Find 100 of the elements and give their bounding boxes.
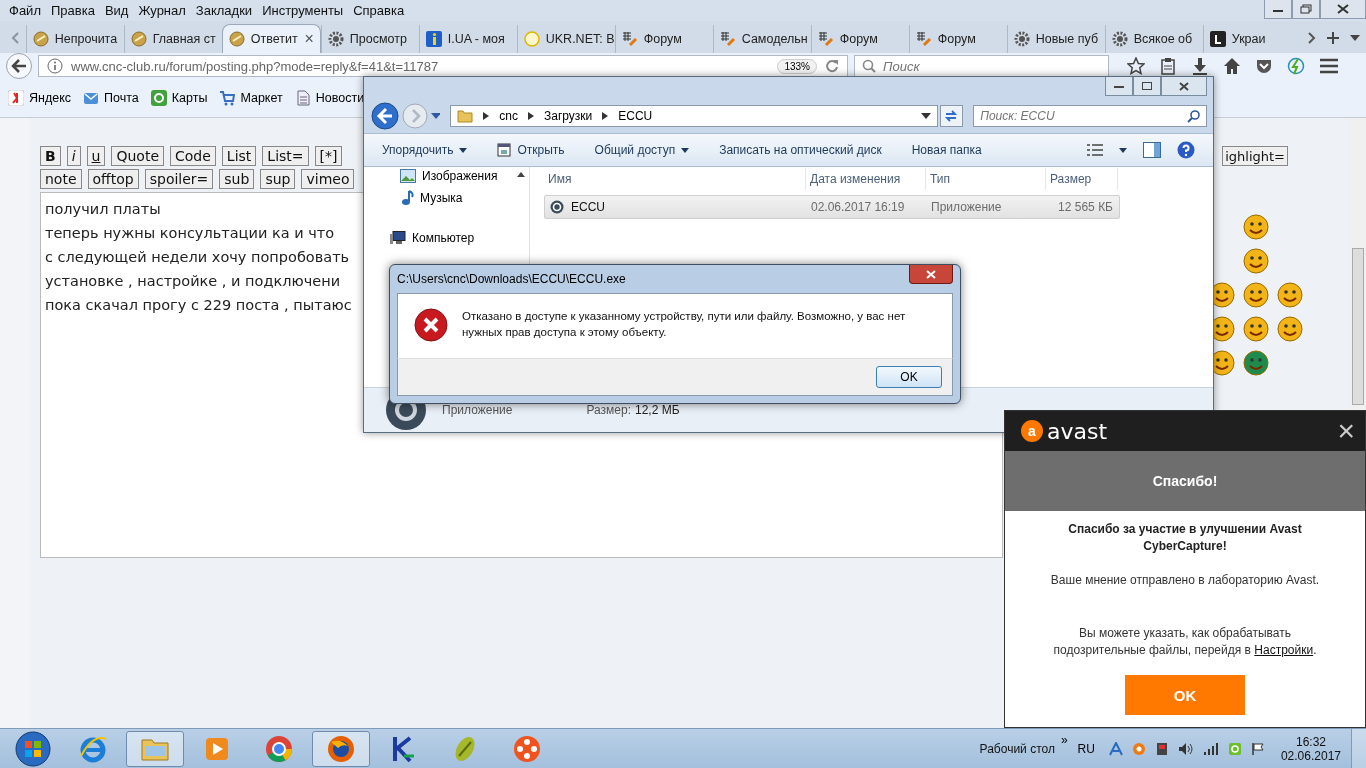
start-button[interactable] (14, 729, 52, 768)
column-header[interactable]: Дата изменения (806, 168, 926, 190)
address-bar[interactable]: www.cnc-club.ru/forum/posting.php?mode=reply&f=41&t=11787 133% (38, 55, 848, 77)
minimize-button[interactable] (1105, 77, 1133, 96)
signal-icon[interactable] (1202, 741, 1219, 756)
letter-a-icon[interactable] (1108, 741, 1123, 756)
format-button[interactable]: List= (262, 146, 309, 166)
format-button[interactable]: B (40, 146, 61, 166)
column-header[interactable]: Тип (926, 168, 1046, 190)
dropdown-icon[interactable] (1119, 147, 1127, 153)
nav-item[interactable]: Изображения (400, 169, 498, 183)
reload-icon[interactable] (825, 59, 839, 73)
bookmark-item[interactable]: Карты (150, 90, 208, 106)
map-pin-icon (150, 90, 167, 106)
minimize-icon (1114, 83, 1124, 89)
close-button[interactable]: × (1337, 416, 1355, 446)
emoticon-icon[interactable] (1277, 282, 1303, 308)
address-bar[interactable]: cnc Загрузки ECCU (450, 105, 938, 127)
search-field[interactable]: Поиск (854, 55, 1109, 77)
help-icon[interactable] (1177, 141, 1195, 159)
emoticon-icon[interactable] (1243, 214, 1269, 240)
toolbar-button[interactable]: Записать на оптический диск (719, 143, 882, 157)
preview-pane-icon[interactable] (1143, 142, 1161, 158)
language-indicator[interactable]: RU (1077, 741, 1095, 756)
back-button[interactable] (370, 101, 400, 131)
bookmark-item[interactable]: Почта (83, 90, 139, 106)
toolbar-label[interactable]: Рабочий стол (979, 741, 1055, 756)
emoticon-icon[interactable] (1243, 316, 1269, 342)
nav-item[interactable]: Компьютер (390, 231, 475, 245)
nav-item[interactable]: Музыка (400, 190, 463, 206)
column-header[interactable]: Имя (544, 168, 806, 190)
taskbar-app[interactable] (312, 730, 370, 767)
bookmark-item[interactable]: Маркет (219, 90, 283, 106)
menu-item[interactable]: Файл (4, 3, 46, 18)
emoticon-icon[interactable] (1243, 350, 1269, 376)
toolbar-button[interactable]: Общий доступ (594, 143, 690, 157)
format-button[interactable]: spoiler= (144, 169, 214, 189)
file-row[interactable]: ECCU 02.06.2017 16:19 Приложение 12 565 КБ (544, 195, 1120, 219)
menu-item[interactable]: Инструменты (257, 3, 349, 18)
menu-icon[interactable] (1319, 57, 1339, 75)
column-header[interactable]: Размер (1046, 168, 1118, 190)
close-icon (1179, 81, 1189, 91)
close-tab-button[interactable]: × (304, 30, 314, 48)
minimize-button[interactable] (1264, 0, 1292, 19)
format-button[interactable]: [*] (314, 146, 343, 166)
emoticon-icon[interactable] (1277, 316, 1303, 342)
expand-button[interactable]: » (1060, 733, 1068, 747)
window-icon (497, 143, 512, 157)
breadcrumb-item[interactable]: Загрузки (543, 109, 593, 123)
format-button[interactable]: ighlight= (1222, 146, 1288, 166)
close-button[interactable] (1320, 0, 1366, 19)
toolbar-button[interactable]: Упорядочить (382, 143, 468, 157)
flag-icon[interactable] (1250, 741, 1265, 756)
close-button[interactable] (909, 265, 953, 284)
speaker-icon[interactable] (1177, 741, 1194, 756)
download-icon[interactable] (1191, 57, 1209, 75)
device-icon[interactable] (1154, 741, 1169, 756)
pocket-icon[interactable] (1255, 57, 1273, 75)
breadcrumb-item[interactable]: ECCU (618, 109, 653, 123)
bookmark-item[interactable]: Яндекс (8, 90, 72, 106)
format-button[interactable]: Quote (111, 146, 164, 166)
bookmark-item[interactable]: Новости (294, 90, 365, 106)
breadcrumb-item[interactable]: cnc (499, 109, 518, 123)
menu-item[interactable]: Справка (348, 3, 410, 18)
zoom-badge[interactable]: 133% (777, 58, 817, 74)
scroll-up-icon[interactable] (517, 171, 525, 177)
toolbar-button[interactable]: Открыть (497, 143, 565, 157)
back-button[interactable] (6, 53, 32, 79)
ok-button[interactable]: OK (876, 366, 942, 388)
format-button[interactable]: Code (170, 146, 216, 166)
format-button[interactable]: sup (260, 169, 296, 189)
format-button[interactable]: i (66, 146, 81, 166)
taskbar-app[interactable] (126, 730, 184, 767)
format-button[interactable]: u (86, 146, 106, 166)
menu-item[interactable]: Вид (99, 3, 134, 18)
clock[interactable]: 16:32 02.06.2017 (1280, 734, 1341, 763)
ring-logo-icon[interactable] (1131, 741, 1146, 756)
menu-item[interactable]: Журнал (133, 3, 191, 18)
browser-tab[interactable]: Ответит × (221, 24, 321, 53)
format-button[interactable]: vimeo (301, 169, 355, 189)
toolbar-button[interactable]: Новая папка (911, 143, 982, 157)
menu-item[interactable]: Правка (45, 3, 100, 18)
view-list-icon[interactable] (1087, 144, 1103, 156)
clipboard-icon[interactable] (1159, 57, 1177, 75)
menu-item[interactable]: Закладки (190, 3, 258, 18)
search-field[interactable]: Поиск: ECCU (973, 105, 1208, 127)
home-icon[interactable] (1223, 57, 1241, 75)
info-icon (425, 31, 442, 47)
emoticon-icon[interactable] (1243, 282, 1269, 308)
format-button[interactable]: sub (219, 169, 255, 189)
error-message: Отказано в доступе к указанному устройству, пути или файлу. Возможно, у вас нет нужных прав доступа к этому объекту. (462, 309, 907, 340)
format-button[interactable]: List (221, 146, 257, 166)
star-icon[interactable] (1127, 57, 1145, 75)
close-button[interactable] (1161, 77, 1207, 96)
emoticon-icon[interactable] (1243, 248, 1269, 274)
refresh-button[interactable] (939, 105, 964, 127)
format-button[interactable]: note (40, 169, 82, 189)
maximize-button[interactable] (1133, 77, 1161, 96)
extension-icon[interactable] (1287, 57, 1305, 75)
format-button[interactable]: offtop (87, 169, 139, 189)
